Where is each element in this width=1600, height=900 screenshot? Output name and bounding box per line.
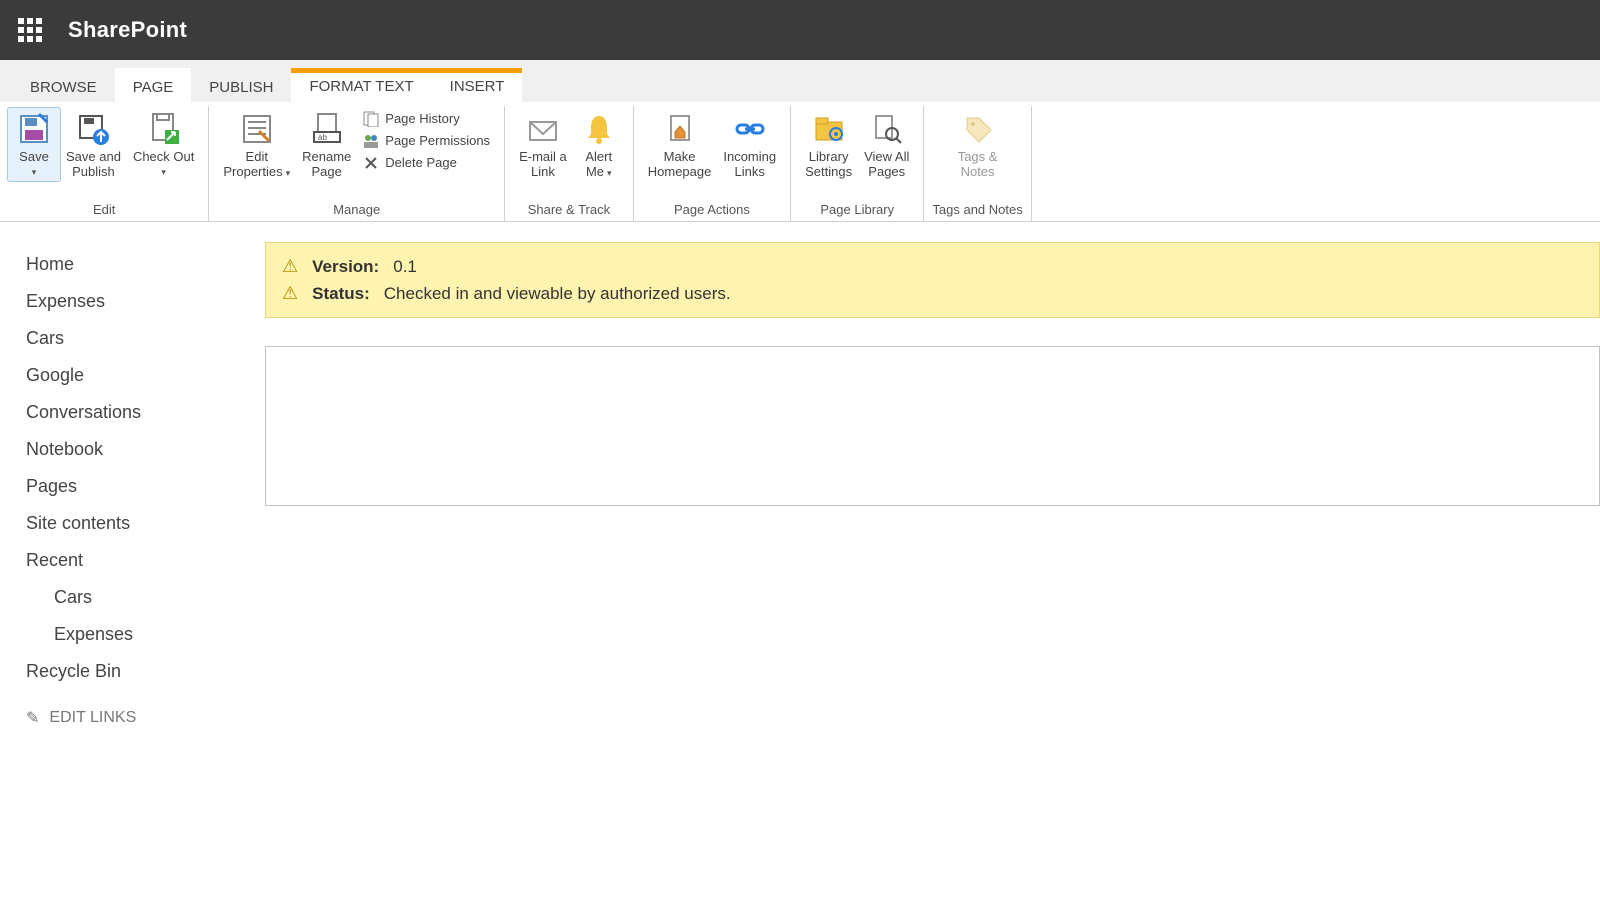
version-value: 0.1 [393, 257, 417, 277]
chevron-down-icon: ▾ [286, 168, 291, 178]
page-permissions-button[interactable]: Page Permissions [357, 130, 496, 152]
save-and-publish-button[interactable]: Save and Publish [60, 108, 127, 184]
tab-publish[interactable]: PUBLISH [191, 68, 291, 102]
save-button[interactable]: Save ▾ [8, 108, 60, 181]
library-settings-icon [812, 112, 846, 146]
pencil-icon: ✎ [26, 708, 39, 728]
chevron-down-icon: ▾ [161, 167, 166, 177]
alert-me-button[interactable]: Alert Me ▾ [573, 108, 625, 184]
chevron-down-icon: ▾ [32, 167, 37, 177]
nav-recycle-bin[interactable]: Recycle Bin [26, 653, 255, 690]
nav-recent-cars[interactable]: Cars [26, 579, 255, 616]
tab-insert[interactable]: INSERT [432, 68, 523, 102]
ribbon-group-tags: Tags & Notes Tags and Notes [924, 106, 1031, 221]
email-icon [526, 112, 560, 146]
ribbon-group-library: Library Settings View All Pages Page Lib… [791, 106, 924, 221]
edit-properties-button[interactable]: Edit Properties ▾ [217, 108, 296, 184]
check-out-icon [147, 112, 181, 146]
nav-home[interactable]: Home [26, 246, 255, 283]
svg-text:ab: ab [318, 133, 327, 142]
tab-page[interactable]: PAGE [115, 68, 192, 102]
status-bar: ⚠ Version: 0.1 ⚠ Status: Checked in and … [265, 242, 1600, 318]
nav-recent[interactable]: Recent [26, 542, 255, 579]
ribbon-group-share: E-mail a Link Alert Me ▾ Share & Track [505, 106, 634, 221]
ribbon-tabs: BROWSE PAGE PUBLISH FORMAT TEXT INSERT [0, 60, 1600, 102]
page-body: ⚠ Version: 0.1 ⚠ Status: Checked in and … [255, 222, 1600, 728]
app-launcher-button[interactable] [10, 10, 50, 50]
group-label-actions: Page Actions [674, 202, 750, 219]
check-out-button[interactable]: Check Out ▾ [127, 108, 200, 181]
tags-notes-button[interactable]: Tags & Notes [952, 108, 1004, 184]
view-all-icon [870, 112, 904, 146]
waffle-icon [18, 18, 42, 42]
rename-page-button[interactable]: ab Rename Page [296, 108, 357, 184]
group-label-edit: Edit [93, 202, 115, 219]
ribbon: Save ▾ Save and Publish Check Out ▾ Edit [0, 102, 1600, 222]
status-value: Checked in and viewable by authorized us… [384, 284, 731, 304]
library-settings-button[interactable]: Library Settings [799, 108, 858, 184]
make-homepage-button[interactable]: Make Homepage [642, 108, 718, 184]
nav-pages[interactable]: Pages [26, 468, 255, 505]
nav-expenses[interactable]: Expenses [26, 283, 255, 320]
suite-bar: SharePoint [0, 0, 1600, 60]
nav-cars[interactable]: Cars [26, 320, 255, 357]
nav-conversations[interactable]: Conversations [26, 394, 255, 431]
tab-format-text[interactable]: FORMAT TEXT [291, 68, 431, 102]
content-area: Home Expenses Cars Google Conversations … [0, 222, 1600, 728]
history-icon [363, 111, 379, 127]
save-publish-icon [76, 112, 110, 146]
link-icon [733, 112, 767, 146]
delete-page-button[interactable]: Delete Page [357, 152, 496, 174]
page-history-button[interactable]: Page History [357, 108, 496, 130]
bell-icon [582, 112, 616, 146]
left-nav: Home Expenses Cars Google Conversations … [0, 222, 255, 728]
page-content-editor[interactable] [265, 346, 1600, 506]
ribbon-group-manage: Edit Properties ▾ ab Rename Page Pag [209, 106, 505, 221]
tags-icon [961, 112, 995, 146]
nav-notebook[interactable]: Notebook [26, 431, 255, 468]
nav-recent-expenses[interactable]: Expenses [26, 616, 255, 653]
status-label: Status: [312, 284, 370, 304]
rename-icon: ab [310, 112, 344, 146]
nav-site-contents[interactable]: Site contents [26, 505, 255, 542]
version-label: Version: [312, 257, 379, 277]
incoming-links-button[interactable]: Incoming Links [717, 108, 782, 184]
ribbon-group-actions: Make Homepage Incoming Links Page Action… [634, 106, 791, 221]
chevron-down-icon: ▾ [607, 168, 612, 178]
group-label-share: Share & Track [528, 202, 610, 219]
group-label-tags: Tags and Notes [932, 202, 1022, 219]
email-link-button[interactable]: E-mail a Link [513, 108, 573, 184]
warning-icon: ⚠ [282, 283, 298, 304]
delete-icon [363, 155, 379, 171]
edit-links-button[interactable]: ✎ EDIT LINKS [26, 690, 255, 728]
tab-browse[interactable]: BROWSE [12, 68, 115, 102]
warning-icon: ⚠ [282, 256, 298, 277]
home-icon [663, 112, 697, 146]
group-label-library: Page Library [820, 202, 894, 219]
app-brand: SharePoint [68, 17, 187, 43]
edit-properties-icon [240, 112, 274, 146]
group-label-manage: Manage [333, 202, 380, 219]
save-label: Save [19, 150, 49, 165]
save-icon [17, 112, 51, 146]
permissions-icon [363, 133, 379, 149]
ribbon-group-edit: Save ▾ Save and Publish Check Out ▾ Edit [0, 106, 209, 221]
nav-google[interactable]: Google [26, 357, 255, 394]
view-all-pages-button[interactable]: View All Pages [858, 108, 915, 184]
